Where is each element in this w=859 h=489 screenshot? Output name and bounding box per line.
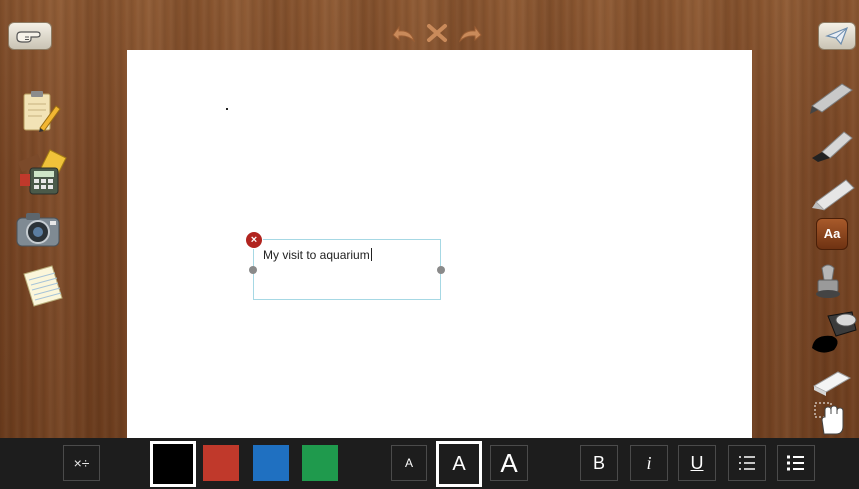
hand-select-icon — [814, 402, 844, 435]
redo-button[interactable] — [457, 22, 485, 44]
text-tool-icon: Aa — [816, 218, 848, 250]
numbered-list-icon — [739, 456, 755, 470]
close-icon: × — [250, 234, 258, 246]
stamp-tool[interactable] — [808, 262, 856, 302]
crayon-icon — [812, 179, 855, 211]
text-caret — [370, 248, 372, 261]
font-size-medium-label: A — [452, 452, 466, 475]
hand-select-tool[interactable] — [812, 400, 850, 436]
paint-bucket-icon — [812, 311, 857, 353]
font-size-large-button[interactable]: A — [490, 445, 528, 481]
font-size-large-label: A — [500, 447, 518, 478]
resize-handle-left[interactable] — [249, 266, 257, 274]
bottom-toolbar: ×÷ A A A B i U — [0, 438, 859, 489]
bold-label: B — [592, 452, 605, 473]
undo-icon — [392, 25, 415, 43]
color-blue-swatch[interactable] — [253, 445, 289, 481]
delete-textbox-button[interactable]: × — [246, 232, 262, 248]
pointing-hand-icon — [16, 31, 41, 43]
calculator-ruler-icon — [18, 149, 67, 195]
lined-paper-icon — [23, 265, 63, 307]
marker-tool[interactable] — [808, 76, 856, 116]
paint-bucket-tool[interactable] — [808, 304, 859, 356]
underline-label: U — [690, 452, 704, 473]
eraser-icon — [812, 371, 852, 396]
font-size-small-label: A — [404, 456, 413, 470]
redo-icon — [459, 25, 482, 43]
paper-tool[interactable] — [20, 262, 66, 310]
bold-button[interactable]: B — [580, 445, 618, 481]
undo-button[interactable] — [389, 22, 417, 44]
text-tool-label: Aa — [823, 226, 841, 241]
font-size-small-button[interactable]: A — [391, 445, 427, 481]
history-toolbar — [389, 22, 485, 44]
text-box-value: My visit to aquarium — [263, 248, 370, 262]
stamp-icon — [816, 264, 840, 298]
underline-button[interactable]: U — [678, 445, 716, 481]
numbered-list-button[interactable] — [728, 445, 766, 481]
font-size-medium-button[interactable]: A — [436, 441, 482, 487]
color-red-swatch[interactable] — [203, 445, 239, 481]
bullet-list-icon — [787, 455, 804, 471]
math-tools[interactable] — [14, 148, 68, 196]
math-symbols-button[interactable]: ×÷ — [63, 445, 100, 481]
marker-icon — [810, 83, 853, 114]
send-button[interactable] — [818, 22, 856, 50]
drawing-canvas[interactable]: × My visit to aquarium — [127, 50, 752, 438]
text-box-content[interactable]: My visit to aquarium — [263, 248, 372, 262]
clear-button[interactable] — [423, 22, 451, 44]
hand-menu-button[interactable] — [8, 22, 52, 50]
resize-handle-right[interactable] — [437, 266, 445, 274]
notepad-pencil-icon — [23, 91, 61, 132]
math-symbols-label: ×÷ — [73, 455, 90, 471]
notepad-tool[interactable] — [18, 90, 62, 134]
italic-button[interactable]: i — [630, 445, 668, 481]
crayon-tool[interactable] — [808, 172, 856, 212]
color-green-swatch[interactable] — [302, 445, 338, 481]
ink-dot — [226, 108, 228, 110]
camera-tool[interactable] — [14, 208, 64, 250]
camera-icon — [16, 213, 60, 247]
eraser-tool[interactable] — [808, 360, 856, 400]
brush-icon — [812, 131, 853, 162]
text-box[interactable]: × My visit to aquarium — [246, 232, 445, 300]
brush-tool[interactable] — [808, 124, 856, 164]
clear-icon — [427, 24, 447, 42]
color-black-swatch[interactable] — [150, 441, 196, 487]
bullet-list-button[interactable] — [777, 445, 815, 481]
text-tool[interactable]: Aa — [816, 218, 848, 252]
paper-plane-icon — [825, 26, 849, 46]
italic-label: i — [646, 452, 652, 473]
